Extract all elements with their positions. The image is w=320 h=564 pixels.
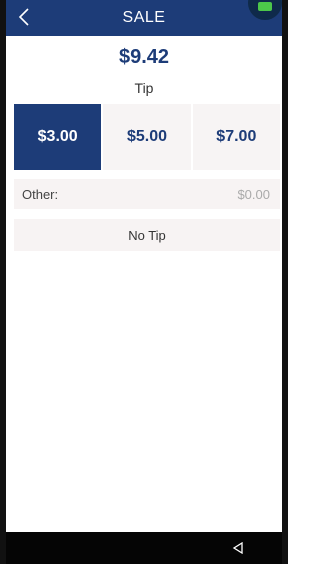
battery-level [258,2,272,11]
tip-option-7[interactable]: $7.00 [192,104,280,170]
nav-back-button[interactable] [230,540,246,556]
triangle-back-icon [232,542,243,554]
tip-screen: SALE $9.42 Tip $3.00 $5.00 $7.00 Other: … [0,0,288,564]
other-tip-input[interactable] [188,185,272,203]
tip-option-5[interactable]: $5.00 [103,104,191,170]
system-nav-bar [6,532,282,564]
page-title: SALE [122,9,166,26]
tip-option-3[interactable]: $3.00 [14,104,102,170]
no-tip-button[interactable]: No Tip [14,219,280,251]
tip-label: Tip [134,80,154,96]
header-bar: SALE [6,0,282,36]
other-tip-row[interactable]: Other: [14,179,280,209]
sale-amount: $9.42 [118,46,170,68]
other-tip-label: Other: [22,186,59,202]
tip-options: $3.00 $5.00 $7.00 [14,104,280,170]
